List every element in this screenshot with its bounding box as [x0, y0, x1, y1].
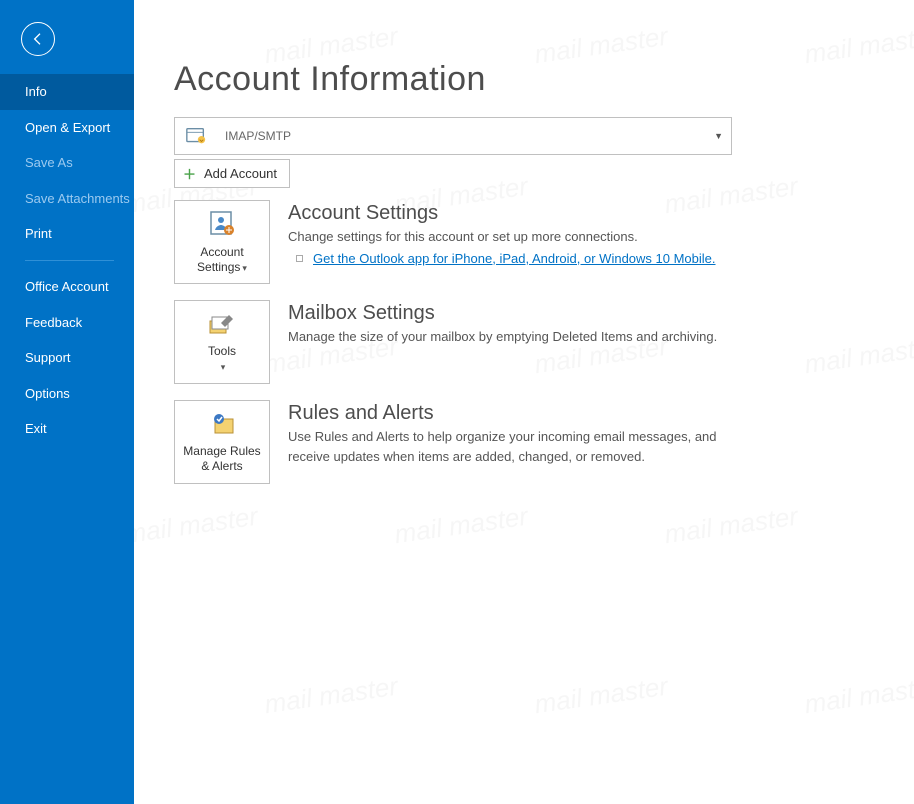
- mailbox-settings-desc: Manage the size of your mailbox by empty…: [288, 327, 728, 347]
- sidebar-item-support[interactable]: Support: [0, 340, 134, 376]
- mailbox-settings-title: Mailbox Settings: [288, 302, 728, 325]
- account-settings-desc: Change settings for this account or set …: [288, 227, 728, 247]
- sidebar-separator: [25, 260, 114, 261]
- account-selector[interactable]: IMAP/SMTP ▼: [174, 117, 732, 155]
- account-settings-icon: [207, 210, 237, 241]
- get-outlook-app-link[interactable]: Get the Outlook app for iPhone, iPad, An…: [313, 251, 716, 266]
- backstage-sidebar: Info Open & Export Save As Save Attachme…: [0, 0, 134, 804]
- sidebar-item-save-as: Save As: [0, 145, 134, 181]
- bullet-icon: [296, 255, 303, 262]
- sidebar-menu: Info Open & Export Save As Save Attachme…: [0, 74, 134, 447]
- manage-rules-btn-label: Manage Rules & Alerts: [179, 444, 265, 473]
- tools-button[interactable]: Tools ▾: [174, 300, 270, 384]
- mailbox-icon: [185, 125, 207, 147]
- tools-icon: [207, 311, 237, 340]
- sidebar-item-print[interactable]: Print: [0, 216, 134, 252]
- page-title: Account Information: [174, 60, 914, 99]
- sidebar-item-exit[interactable]: Exit: [0, 411, 134, 447]
- rules-alerts-icon: [207, 411, 237, 440]
- dropdown-caret-icon: ▾: [242, 263, 247, 273]
- arrow-left-icon: [30, 31, 46, 47]
- sidebar-item-save-attachments: Save Attachments: [0, 181, 134, 217]
- account-settings-title: Account Settings: [288, 202, 728, 225]
- account-settings-button[interactable]: Account Settings▾: [174, 200, 270, 284]
- account-type-label: IMAP/SMTP: [225, 129, 291, 143]
- dropdown-caret-icon: ▾: [221, 362, 226, 372]
- sidebar-item-feedback[interactable]: Feedback: [0, 305, 134, 341]
- chevron-down-icon: ▼: [714, 131, 723, 141]
- sidebar-item-options[interactable]: Options: [0, 376, 134, 412]
- sidebar-item-info[interactable]: Info: [0, 74, 134, 110]
- manage-rules-alerts-button[interactable]: Manage Rules & Alerts: [174, 400, 270, 484]
- account-settings-btn-label: Account Settings: [197, 245, 244, 273]
- sidebar-item-open-export[interactable]: Open & Export: [0, 110, 134, 146]
- rules-alerts-title: Rules and Alerts: [288, 402, 728, 425]
- tools-btn-label: Tools: [208, 344, 236, 358]
- sidebar-item-office-account[interactable]: Office Account: [0, 269, 134, 305]
- rules-alerts-desc: Use Rules and Alerts to help organize yo…: [288, 427, 728, 466]
- add-account-label: Add Account: [204, 166, 277, 181]
- back-button[interactable]: [21, 22, 55, 56]
- main-content: mail master mail master mail master mail…: [134, 0, 914, 804]
- add-account-button[interactable]: ＋ Add Account: [174, 159, 290, 188]
- plus-icon: ＋: [183, 164, 196, 183]
